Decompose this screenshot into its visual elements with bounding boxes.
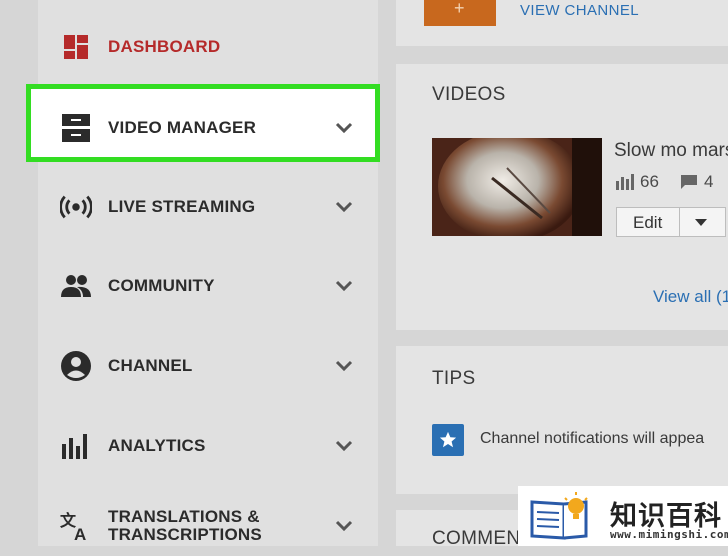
live-streaming-icon [60,191,92,223]
sidebar-item-analytics[interactable]: ANALYTICS [38,416,378,476]
tips-card: TIPS [396,346,728,494]
watermark-url: www.mimingshi.com [610,528,728,541]
video-manager-icon [60,112,92,144]
sidebar-item-live-streaming[interactable]: LIVE STREAMING [38,177,378,237]
add-button[interactable]: + [424,0,496,26]
book-lightbulb-icon [530,492,588,540]
sidebar-item-label: COMMUNITY [108,276,215,295]
views-stat: 66 [616,172,659,192]
sidebar-item-community[interactable]: COMMUNITY [38,256,378,316]
chevron-down-icon [335,520,353,532]
sidebar-item-label: VIDEO MANAGER [108,118,257,137]
dropdown-caret-icon[interactable] [695,219,707,226]
chevron-down-icon [335,122,353,134]
sidebar: DASHBOARD LIVE STREAMING COMMUNITY CHANN… [38,0,378,546]
chevron-down-icon [335,280,353,292]
view-channel-link[interactable]: VIEW CHANNEL [520,2,639,19]
edit-button[interactable]: Edit [616,207,726,237]
sidebar-item-label: ANALYTICS [108,436,206,455]
comments-stat: 4 [680,172,713,192]
comment-icon [681,175,697,189]
divider [679,208,680,236]
video-title[interactable]: Slow mo mars [614,140,728,162]
sidebar-item-dashboard[interactable]: DASHBOARD [38,17,378,77]
views-count: 66 [640,172,659,191]
tips-title: TIPS [432,368,476,389]
community-icon [60,270,92,302]
svg-text:A: A [74,525,86,541]
sidebar-item-label: DASHBOARD [108,37,221,56]
comments-count: 4 [704,172,714,191]
videos-title: VIDEOS [432,84,506,105]
sidebar-item-label: TRANSLATIONS & TRANSCRIPTIONS [108,507,262,544]
sidebar-item-label: CHANNEL [108,356,193,375]
chevron-down-icon [335,201,353,213]
main-content: + VIEW CHANNEL VIDEOS Slow mo mars 66 4 … [396,0,728,549]
views-bar-icon [616,174,634,190]
sidebar-item-label: LIVE STREAMING [108,197,256,216]
view-all-link[interactable]: View all (1 [653,287,728,307]
dashboard-icon [60,31,92,63]
sidebar-item-video-manager[interactable]: VIDEO MANAGER [26,84,380,162]
channel-card: + VIEW CHANNEL [396,0,728,46]
tip-text: Channel notifications will appea [480,430,705,447]
edit-label: Edit [633,213,663,232]
video-thumbnail[interactable] [432,138,602,236]
sidebar-item-translations[interactable]: 文 A TRANSLATIONS & TRANSCRIPTIONS [38,496,378,556]
channel-icon [60,350,92,382]
chevron-down-icon [335,360,353,372]
analytics-icon [60,430,92,462]
watermark-logo: 知识百科 www.mimingshi.com [518,486,728,546]
translate-icon: 文 A [60,510,92,542]
plus-icon: + [454,0,465,18]
star-icon [432,424,464,456]
sidebar-item-channel[interactable]: CHANNEL [38,336,378,396]
chevron-down-icon [335,440,353,452]
